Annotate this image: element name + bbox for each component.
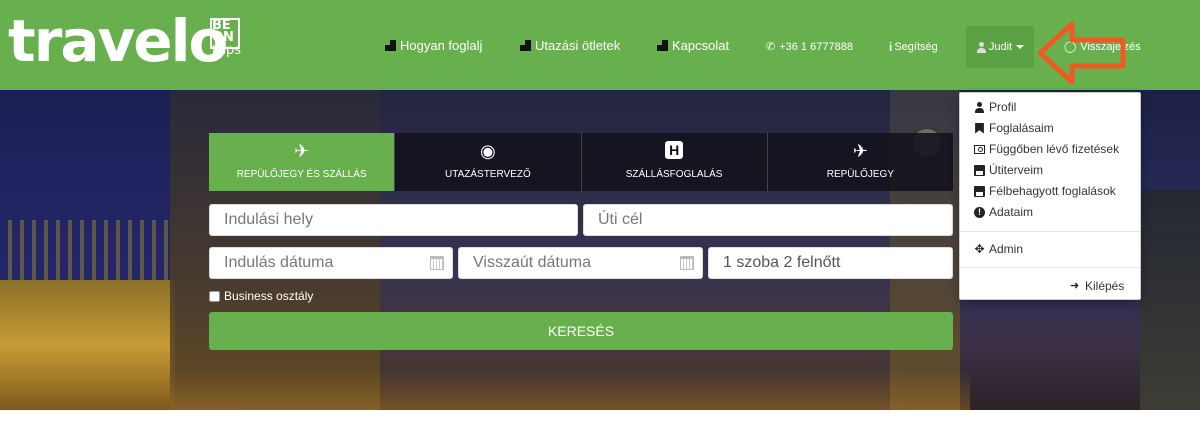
tab-hotel-booking[interactable]: H SZÁLLÁSFOGLALÁS <box>581 133 768 191</box>
menu-item-label: Foglalásaim <box>989 121 1054 135</box>
nav-travel-ideas[interactable]: Utazási ötletek <box>520 38 620 53</box>
tab-flight[interactable]: ✈ REPÜLŐJEGY <box>767 133 953 191</box>
search-button[interactable]: KERESÉS <box>209 312 953 350</box>
calendar-icon[interactable] <box>430 256 444 270</box>
menu-item-bookings[interactable]: Foglalásaim <box>974 121 1054 135</box>
rooms-guests-value: 1 szoba 2 felnőtt <box>723 254 841 271</box>
brand-line2: ON <box>212 30 234 45</box>
business-class-checkbox[interactable] <box>209 290 220 302</box>
nav-phone[interactable]: ✆ +36 1 6777888 <box>766 40 853 54</box>
search-tabs: ✈ REPÜLŐJEGY ÉS SZÁLLÁS ◉ UTAZÁSTERVEZŐ … <box>209 133 953 191</box>
move-arrows-icon: ✥ <box>974 241 985 256</box>
bar-icon <box>385 40 396 51</box>
rooms-guests-select[interactable]: 1 szoba 2 felnőtt <box>708 247 953 279</box>
menu-item-abandoned-bookings[interactable]: Félbehagyott foglalások <box>974 184 1116 198</box>
map-pins-icon: ◉ <box>480 141 496 161</box>
departure-place-input[interactable]: Indulási hely <box>209 204 578 236</box>
menu-item-label: Adataim <box>989 205 1034 219</box>
tab-trip-planner[interactable]: ◉ UTAZÁSTERVEZŐ <box>395 133 582 191</box>
nav-contact-label: Kapcsolat <box>672 38 730 53</box>
nav-contact[interactable]: Kapcsolat <box>657 38 729 53</box>
hero-parliament <box>0 220 175 410</box>
bar-icon <box>520 40 531 51</box>
departure-place-placeholder: Indulási hely <box>224 211 313 228</box>
hero-glow <box>170 370 970 410</box>
menu-item-label: Félbehagyott foglalások <box>989 184 1116 198</box>
menu-item-label: Profil <box>989 100 1017 114</box>
menu-item-label: Admin <box>989 242 1024 256</box>
menu-item-my-data[interactable]: ! Adataim <box>974 205 1033 219</box>
nav-how-to-book-label: Hogyan foglalj <box>400 38 483 53</box>
brand-line3: trips <box>212 43 242 58</box>
menu-item-admin[interactable]: ✥ Admin <box>974 242 1023 256</box>
money-icon <box>974 145 985 154</box>
nav-help-label: Segítség <box>894 41 938 53</box>
business-class-label: Business osztály <box>224 289 314 303</box>
nav-how-to-book[interactable]: Hogyan foglalj <box>385 38 482 53</box>
menu-item-label: Útiterveim <box>989 163 1044 177</box>
page: travelo BE ON trips Hogyan foglalj Utazá… <box>0 0 1200 424</box>
return-date-placeholder: Visszaút dátuma <box>473 254 591 271</box>
hero-right-building <box>1140 190 1200 410</box>
calendar-icon[interactable] <box>680 256 694 270</box>
logo-separator <box>198 32 200 50</box>
departure-date-input[interactable]: Indulás dátuma <box>209 247 453 279</box>
bookmark-icon <box>975 122 984 134</box>
plane-icon: ✈ <box>852 141 868 161</box>
nav-phone-label: +36 1 6777888 <box>779 40 853 53</box>
tab-label: REPÜLŐJEGY <box>826 169 894 180</box>
phone-icon: ✆ <box>766 41 776 53</box>
user-name: Judit <box>988 41 1013 53</box>
menu-item-label: Kilépés <box>1085 279 1125 293</box>
nav-travel-ideas-label: Utazási ötletek <box>535 38 621 53</box>
menu-item-logout[interactable]: ➜ Kilépés <box>1070 279 1124 293</box>
save-icon <box>974 164 985 176</box>
menu-item-label: Függőben lévő fizetések <box>989 142 1120 156</box>
user-icon <box>974 101 985 113</box>
hotel-h-icon: H <box>665 141 684 159</box>
departure-date-placeholder: Indulás dátuma <box>224 254 334 271</box>
menu-divider <box>960 231 1140 232</box>
bar-icon <box>657 40 668 51</box>
destination-input[interactable]: Úti cél <box>583 204 953 236</box>
menu-item-pending-payments[interactable]: Függőben lévő fizetések <box>974 142 1119 156</box>
info-icon: ! <box>974 206 985 218</box>
tab-label: UTAZÁSTERVEZŐ <box>444 169 531 180</box>
plane-hotel-icon: ✈ <box>294 141 310 161</box>
info-icon: i <box>889 40 893 54</box>
menu-item-itineraries[interactable]: Útiterveim <box>974 163 1043 177</box>
return-date-input[interactable]: Visszaút dátuma <box>458 247 703 279</box>
tab-label: REPÜLŐJEGY ÉS SZÁLLÁS <box>236 169 367 180</box>
top-navbar: travelo BE ON trips Hogyan foglalj Utazá… <box>0 0 1200 90</box>
user-dropdown-menu: Profil Foglalásaim Függőben lévő fizetés… <box>959 92 1141 300</box>
tab-label: SZÁLLÁSFOGLALÁS <box>625 169 723 180</box>
menu-divider <box>960 267 1140 268</box>
menu-item-profile[interactable]: Profil <box>974 100 1016 114</box>
save-icon <box>974 185 985 197</box>
annotation-arrow-icon <box>1037 21 1126 85</box>
travelo-logo[interactable]: travelo <box>8 10 228 72</box>
user-icon <box>976 41 987 53</box>
destination-placeholder: Úti cél <box>598 211 643 228</box>
tab-flight-hotel[interactable]: ✈ REPÜLŐJEGY ÉS SZÁLLÁS <box>209 133 396 191</box>
user-menu-button[interactable]: Judit <box>966 26 1034 68</box>
beon-trips-logo: BE ON trips <box>210 18 242 66</box>
business-class-option[interactable]: Business osztály <box>209 289 313 303</box>
nav-help[interactable]: i Segítség <box>889 40 938 54</box>
caret-down-icon <box>1016 45 1025 49</box>
brand-line1: BE <box>212 18 231 33</box>
sign-out-icon: ➜ <box>1070 279 1080 292</box>
